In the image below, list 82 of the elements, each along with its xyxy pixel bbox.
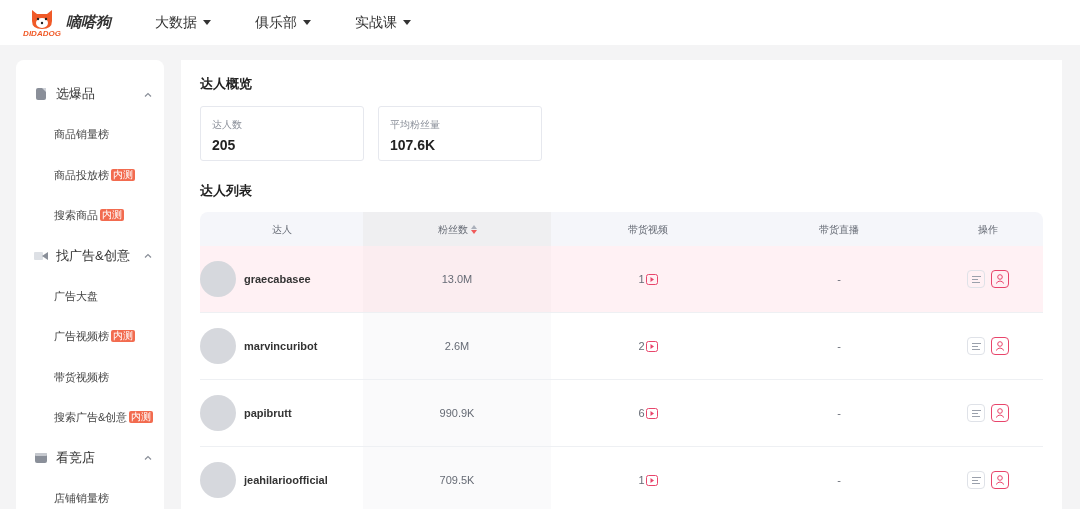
lines-icon (971, 342, 981, 350)
column-header[interactable]: 粉丝数 (363, 212, 551, 246)
avatar (200, 462, 236, 498)
details-button[interactable] (967, 471, 985, 489)
play-icon[interactable] (645, 474, 658, 486)
stat-value: 205 (212, 136, 237, 155)
creator-name[interactable]: papibrutt (244, 404, 292, 422)
profile-button[interactable] (991, 404, 1009, 422)
table-cell-text: 6 (638, 405, 645, 421)
details-button[interactable] (967, 404, 985, 422)
store-icon (35, 452, 47, 463)
table-cell-text: 2 (638, 338, 645, 354)
column-header: 操作 (977, 222, 999, 237)
table-cell-text: 1 (638, 271, 645, 287)
table-cell-text: 2.6M (444, 338, 470, 354)
creator-name[interactable]: jeahilarioofficial (244, 471, 328, 489)
details-button[interactable] (967, 337, 985, 355)
sidebar-item[interactable]: 搜索广告&创意 (54, 409, 128, 426)
avatar (200, 328, 236, 364)
table-cell-text: 1 (638, 472, 645, 488)
column-header: 带货视频 (627, 222, 669, 237)
profile-button[interactable] (991, 337, 1009, 355)
video-camera-icon (34, 250, 48, 261)
avatar (200, 261, 236, 297)
lines-icon (971, 409, 981, 417)
table-cell-text: - (837, 405, 841, 421)
stat-label: 达人数 (212, 118, 243, 132)
caret-icon (403, 20, 411, 25)
beta-badge: 内测 (111, 168, 135, 181)
sidebar-item[interactable]: 商品投放榜 (54, 166, 109, 183)
lines-icon (971, 275, 981, 283)
profile-button[interactable] (991, 270, 1009, 288)
beta-badge: 内测 (129, 411, 154, 424)
avatar (200, 395, 236, 431)
play-icon[interactable] (645, 273, 658, 285)
beta-badge: 内测 (111, 330, 135, 343)
stat-value: 107.6K (390, 136, 437, 155)
play-icon[interactable] (645, 407, 658, 419)
table-row[interactable]: graecabasee 13.0M 1 - (200, 246, 1043, 313)
caret-icon (203, 20, 211, 25)
table-cell-text: - (837, 338, 841, 354)
creator-name[interactable]: graecabasee (244, 270, 311, 288)
sidebar-item[interactable]: 搜索商品 (54, 207, 98, 224)
section-title: 达人概览 (200, 75, 253, 93)
creator-name[interactable]: marvincuribot (244, 337, 318, 355)
table-cell-text: 709.5K (439, 472, 475, 488)
lines-icon (971, 476, 981, 484)
details-button[interactable] (967, 270, 985, 288)
table-cell-text: 990.9K (439, 405, 475, 421)
beta-badge: 内测 (100, 209, 124, 222)
caret-icon (303, 20, 311, 25)
nav-menu[interactable]: 实战课 (355, 12, 411, 33)
table-cell-text: - (837, 472, 841, 488)
sidebar-item[interactable]: 店铺销量榜 (54, 489, 109, 506)
column-header: 达人 (270, 222, 293, 237)
table-cell-text: 13.0M (441, 271, 473, 287)
sidebar-item[interactable]: 广告视频榜 (54, 328, 109, 345)
sidebar-item[interactable]: 带货视频榜 (54, 368, 109, 385)
play-icon[interactable] (645, 340, 658, 352)
document-icon (35, 88, 47, 100)
sidebar-group[interactable]: 找广告&创意 (16, 235, 164, 276)
stat-label: 平均粉丝量 (390, 118, 441, 132)
brand-name[interactable]: 嘀嗒狗 (66, 11, 111, 34)
table-row[interactable]: marvincuribot 2.6M 2 - (200, 313, 1043, 380)
sidebar-item[interactable]: 商品销量榜 (54, 126, 109, 143)
sort-icon (470, 224, 477, 234)
column-header: 带货直播 (818, 222, 860, 237)
sidebar-item[interactable]: 广告大盘 (54, 287, 98, 304)
nav-menu[interactable]: 大数据 (155, 12, 211, 33)
table-row[interactable]: papibrutt 990.9K 6 - (200, 380, 1043, 447)
section-title: 达人列表 (200, 182, 253, 200)
dog-logo-icon (30, 7, 54, 30)
sidebar-group[interactable]: 看竞店 (16, 437, 164, 478)
table-cell-text: - (837, 271, 841, 287)
user-icon (995, 341, 1005, 351)
user-icon (995, 475, 1005, 485)
logo-text: DIDADOG (23, 29, 61, 38)
sidebar-group[interactable]: 选爆品 (16, 74, 164, 114)
user-icon (995, 274, 1005, 284)
nav-menu[interactable]: 俱乐部 (255, 12, 311, 33)
user-icon (995, 408, 1005, 418)
profile-button[interactable] (991, 471, 1009, 489)
